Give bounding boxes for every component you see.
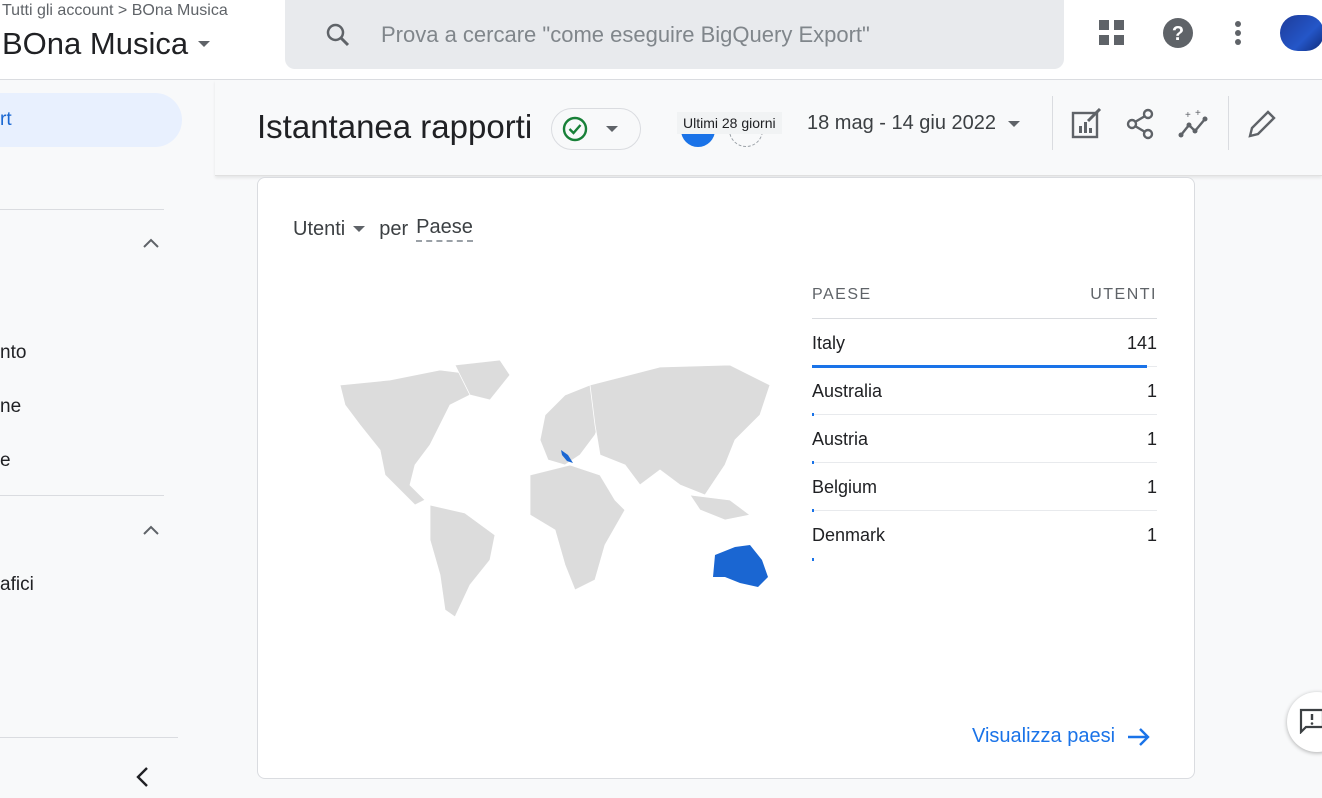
feedback-icon: [1299, 708, 1322, 734]
insights-icon[interactable]: + +: [1178, 108, 1212, 140]
divider: [1052, 96, 1053, 150]
view-countries-link[interactable]: Visualizza paesi: [972, 725, 1151, 748]
sidebar-item-label[interactable]: e: [0, 450, 11, 472]
country-name: Australia: [812, 381, 883, 401]
country-name: Belgium: [812, 477, 878, 497]
svg-text:+: +: [1185, 110, 1191, 121]
caret-down-icon: [1008, 120, 1021, 127]
date-range-text: 18 mag - 14 giu 2022: [807, 112, 997, 134]
user-count: 141: [1126, 333, 1157, 353]
country-name: Denmark: [812, 525, 886, 545]
divider: [1228, 96, 1229, 150]
country-table: PAESE UTENTI Italy 141 Australia 1 Austria 1 Be…: [812, 282, 1157, 561]
share-icon[interactable]: [1126, 108, 1156, 140]
sidebar-item-label[interactable]: afici: [0, 574, 34, 596]
view-countries-label: Visualizza paesi: [972, 725, 1116, 747]
map-north-america: [339, 369, 481, 506]
map-south-america: [429, 504, 496, 618]
map-se-asia: [689, 494, 751, 521]
user-count: 1: [1146, 381, 1157, 401]
user-count: 1: [1146, 525, 1157, 545]
apps-icon[interactable]: [1096, 17, 1128, 49]
svg-text:?: ?: [1172, 23, 1184, 45]
chevron-up-icon[interactable]: [142, 237, 160, 249]
column-header-country: PAESE: [812, 286, 872, 303]
status-dropdown[interactable]: [551, 108, 641, 150]
divider: [0, 209, 164, 210]
sidebar-item-label[interactable]: ne: [0, 396, 21, 418]
edit-icon[interactable]: [1246, 108, 1278, 140]
table-row[interactable]: Belgium 1: [812, 463, 1157, 512]
user-count: 1: [1146, 477, 1157, 497]
user-count: 1: [1146, 429, 1157, 449]
search-placeholder: Prova a cercare "come eseguire BigQuery …: [381, 21, 870, 47]
table-row[interactable]: Italy 141: [812, 319, 1157, 368]
map-australia: [713, 545, 768, 587]
card-header: Utenti per Paese: [293, 216, 473, 242]
date-range-picker[interactable]: 18 mag - 14 giu 2022: [807, 112, 1021, 135]
feedback-button[interactable]: [1287, 692, 1322, 752]
country-name: Italy: [812, 333, 846, 353]
more-vert-icon[interactable]: [1222, 17, 1254, 49]
sidebar-item-label[interactable]: rt: [0, 109, 12, 131]
table-row[interactable]: Australia 1: [812, 367, 1157, 416]
breadcrumb[interactable]: Tutti gli account > BOna Musica: [2, 2, 228, 20]
svg-text:+: +: [1195, 108, 1201, 119]
search-icon: [326, 23, 350, 46]
metric-selector[interactable]: Utenti: [293, 218, 345, 241]
collapse-chevron-icon[interactable]: [135, 766, 151, 788]
divider: [0, 495, 164, 496]
map-africa: [529, 464, 626, 591]
divider: [0, 737, 178, 738]
column-header-users: UTENTI: [1090, 286, 1157, 303]
search-input[interactable]: Prova a cercare "come eseguire BigQuery …: [285, 0, 1064, 69]
customize-report-icon[interactable]: [1070, 108, 1104, 140]
sidebar-item-label[interactable]: nto: [0, 342, 26, 364]
table-header: PAESE UTENTI: [812, 282, 1157, 319]
help-icon[interactable]: ?: [1162, 17, 1194, 49]
date-preset-chip: Ultimi 28 giorni: [677, 112, 782, 134]
account-avatar[interactable]: [1280, 15, 1322, 51]
property-name: BOna Musica: [2, 26, 189, 61]
sidebar-item-active[interactable]: [0, 93, 182, 147]
check-circle-icon: [562, 116, 588, 142]
property-selector[interactable]: BOna Musica: [2, 26, 211, 62]
dimension-label[interactable]: Paese: [416, 216, 473, 242]
world-map: [339, 359, 771, 618]
table-row[interactable]: Denmark 1: [812, 511, 1157, 561]
caret-down-icon: [198, 41, 211, 47]
map-asia: [589, 364, 771, 496]
country-name: Austria: [812, 429, 869, 449]
table-row[interactable]: Austria 1: [812, 415, 1157, 464]
caret-down-icon: [606, 126, 618, 132]
per-label: per: [379, 217, 409, 240]
share-bar: [812, 558, 815, 561]
chevron-up-icon[interactable]: [142, 524, 160, 536]
page-title: Istantanea rapporti: [257, 108, 533, 145]
arrow-right-icon: [1128, 727, 1150, 746]
caret-down-icon[interactable]: [353, 226, 366, 232]
